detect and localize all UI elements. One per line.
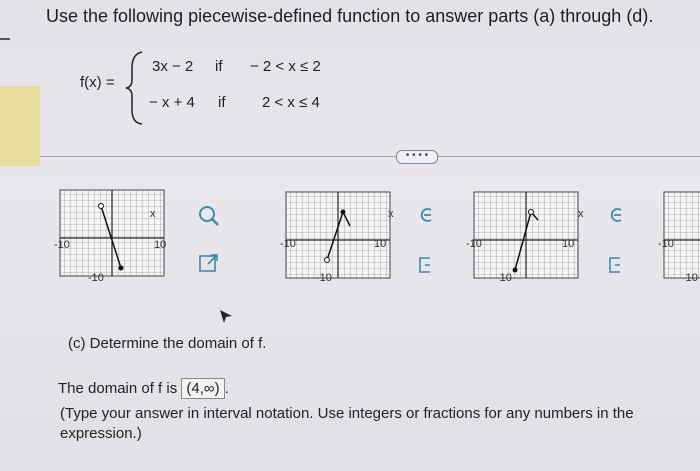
answer-input[interactable]: (4,∞) [181,378,225,399]
graph-1-bottom-tick: -10 [88,272,104,284]
piece-1-if: if [215,58,223,75]
zoom-icon[interactable] [196,203,222,229]
piece-2-condition: 2 < x ≤ 4 [262,94,320,111]
graph-4-left-tick: -10 [658,238,674,250]
left-edge-mark [0,38,10,40]
part-c-prompt: (c) Determine the domain of f. [68,335,267,352]
answer-suffix: . [224,380,229,397]
cursor-icon [220,310,232,323]
graph-3-bottom-tick: -10 [496,272,512,284]
answer-prefix: The domain of f is [58,380,178,397]
graph-3-left-tick: -10 [466,238,482,250]
zoom-icon[interactable] [416,204,436,226]
piece-2-expr: − x + 4 [149,94,195,111]
separator [40,156,700,157]
graph-option-4[interactable] [662,190,700,282]
more-button[interactable]: • • • • [396,150,438,164]
graph-2-right-tick: 10 [374,238,387,250]
graph-3-right-tick: 10 [562,238,575,250]
expand-icon[interactable] [606,254,626,276]
graph-2-bottom-tick: -10 [316,272,332,284]
graph-1-right-tick: 10 [154,239,167,251]
graph-2-left-tick: -10 [280,238,296,250]
graph-4-bottom-tick: -10 [682,272,698,284]
graph-1-x-label: x [150,208,156,220]
graph-1-left-tick: -10 [54,239,70,251]
piece-2-if: if [218,94,226,111]
graph-option-1[interactable] [58,188,168,280]
instruction-text: Use the following piecewise-defined func… [46,6,654,26]
highlight-strip [0,86,40,166]
graph-option-2[interactable] [284,190,394,282]
function-label: f(x) = [80,74,115,91]
expand-icon[interactable] [198,252,220,274]
answer-instructions: (Type your answer in interval notation. … [60,405,634,442]
left-brace [125,51,143,125]
expand-icon[interactable] [416,254,436,276]
piece-1-condition: − 2 < x ≤ 2 [250,58,321,75]
graph-3-x-label: x [578,208,584,220]
answer-line: The domain of f is (4,∞). [58,378,229,399]
zoom-icon[interactable] [606,204,626,226]
graph-2-x-label: x [388,208,394,220]
piece-1-expr: 3x − 2 [152,58,194,75]
graph-option-3[interactable] [472,190,582,282]
